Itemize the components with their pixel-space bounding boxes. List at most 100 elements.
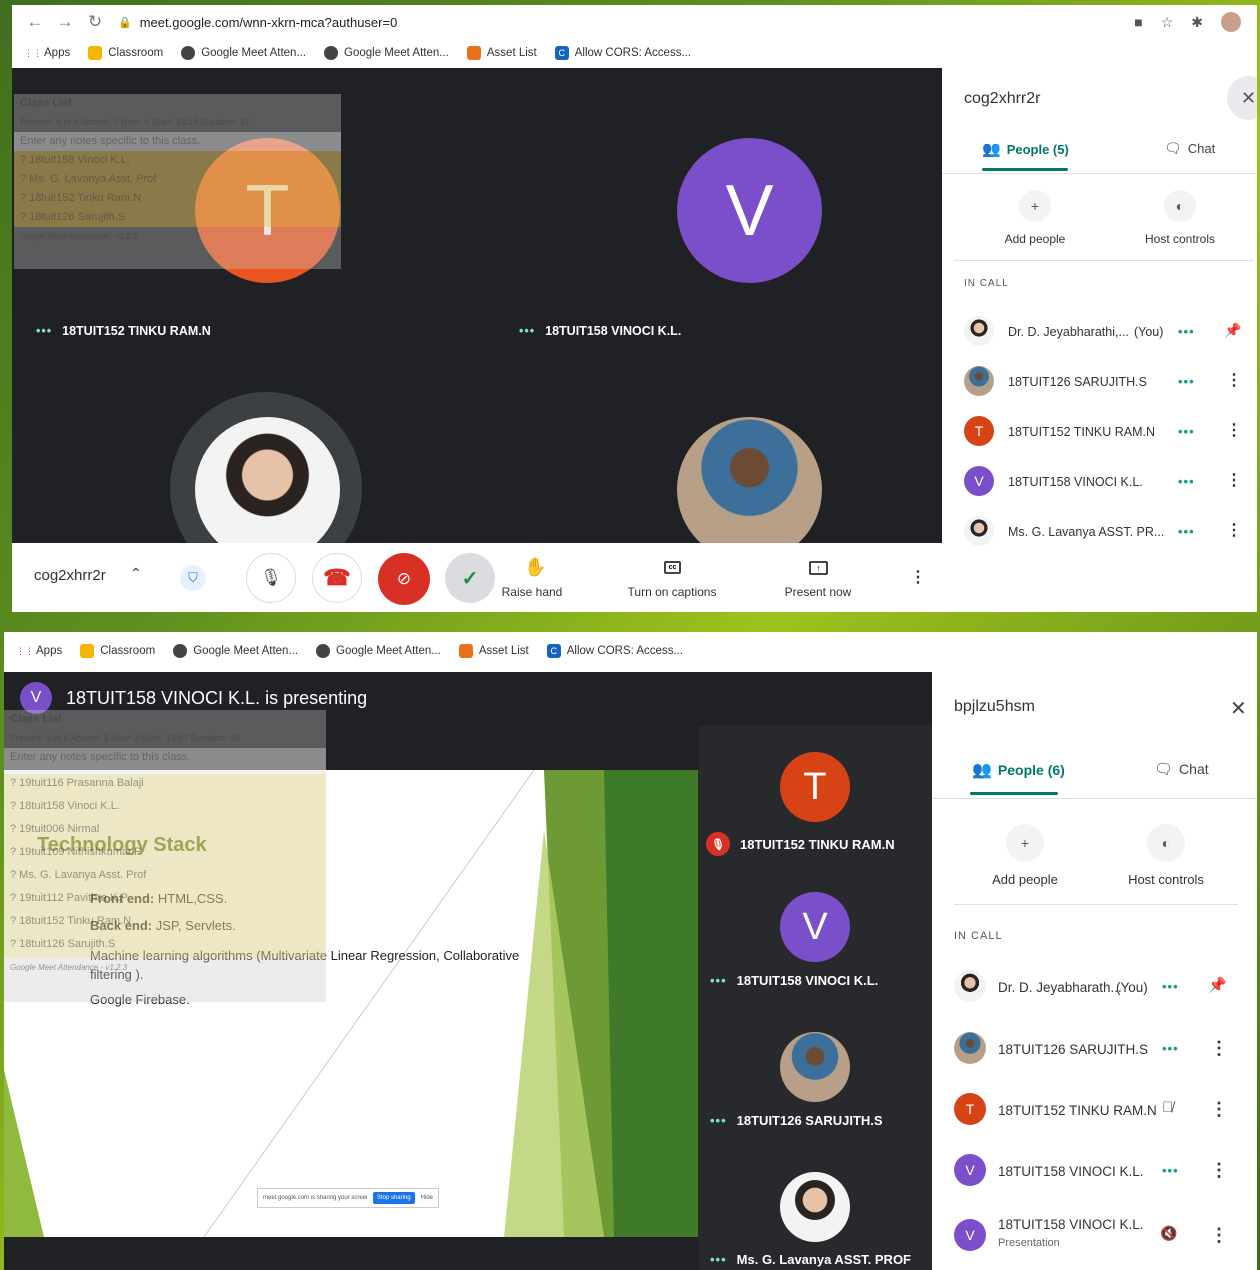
overlay-notes[interactable]: Enter any notes specific to this class. xyxy=(14,132,341,151)
bookmark-asset-list[interactable]: Asset List xyxy=(466,46,537,60)
pin-icon[interactable]: 📌 xyxy=(1224,322,1241,339)
reload-icon[interactable]: ↻ xyxy=(80,12,110,32)
captions-icon[interactable]: cc xyxy=(664,561,681,574)
present-now-label[interactable]: Present now xyxy=(778,585,858,599)
bookmark-apps[interactable]: ⋮⋮ Apps xyxy=(24,46,70,60)
close-panel-button[interactable]: ✕ xyxy=(1227,76,1257,120)
overlay-row: ? 18tuit126 Sarujith.S xyxy=(4,935,326,958)
volume-off-icon: 🔇 xyxy=(1160,1225,1178,1241)
participant-row[interactable]: Dr. D. Jeyabharathi,... (You) ••• 📌 xyxy=(942,308,1257,352)
bookmark-apps[interactable]: ⋮⋮ Apps xyxy=(16,644,62,658)
shield-icon[interactable]: ⛉ xyxy=(180,565,206,591)
star-icon[interactable]: ☆ xyxy=(1161,14,1174,31)
tile-name-sarujith: ••• 18TUIT126 SARUJITH.S xyxy=(710,1113,883,1128)
more-options-icon[interactable]: ⋮ xyxy=(1226,470,1242,490)
address-bar[interactable]: 🔒 meet.google.com/wnn-xkrn-mca?authuser=… xyxy=(118,15,1134,30)
presenting-banner: 18TUIT158 VINOCI K.L. is presenting xyxy=(66,688,368,708)
overlay-footer: Google Meet Attendance - v1.2.3 xyxy=(20,232,138,241)
vinoci-avatar: V xyxy=(677,138,822,283)
extensions-icon[interactable]: ✱ xyxy=(1191,14,1203,31)
bookmark-meet-attendance-1[interactable]: Google Meet Atten... xyxy=(181,46,306,60)
participant-row[interactable]: T 18TUIT152 TINKU RAM.N ••• ⋮ xyxy=(942,408,1257,452)
add-person-icon: + xyxy=(1006,824,1044,862)
cors-icon: C xyxy=(546,644,561,658)
hang-up-button[interactable]: ☎ xyxy=(312,553,362,603)
lavanya-video xyxy=(780,1172,850,1242)
more-options-icon[interactable]: ⋮ xyxy=(1210,1160,1228,1181)
more-options-icon[interactable]: ⋮ xyxy=(1226,520,1242,540)
bookmark-allow-cors[interactable]: C Allow CORS: Access... xyxy=(546,644,683,658)
camera-off-button[interactable]: ⊘ xyxy=(378,553,430,605)
participant-row[interactable]: Ms. G. Lavanya ASST. PR... ••• ⋮ xyxy=(942,508,1257,552)
speaking-dots-icon: ••• xyxy=(710,973,727,988)
bookmark-meet-attendance-1[interactable]: Google Meet Atten... xyxy=(173,644,298,658)
audio-level-icon: ••• xyxy=(1178,474,1195,489)
tab-chat[interactable]: 🗨 Chat xyxy=(1154,760,1209,778)
more-options-icon[interactable]: ⋮ xyxy=(1226,370,1242,390)
checkmark-icon[interactable]: ✓ xyxy=(445,553,495,603)
bookmark-meet-attendance-2[interactable]: Google Meet Atten... xyxy=(316,644,441,658)
participant-row[interactable]: T 18TUIT152 TINKU RAM.N 🎙̸ ⋮ xyxy=(932,1087,1257,1137)
more-options-icon[interactable]: ⋮ xyxy=(1210,1225,1228,1246)
hide-button[interactable]: Hide xyxy=(421,1195,433,1201)
people-icon: 👥 xyxy=(982,141,1001,158)
participant-row[interactable]: 18TUIT126 SARUJITH.S ••• ⋮ xyxy=(942,358,1257,402)
host-controls-button[interactable]: ◐ Host controls xyxy=(1114,824,1218,887)
captions-label[interactable]: Turn on captions xyxy=(617,585,727,599)
chevron-up-icon[interactable]: ⌃ xyxy=(130,565,142,582)
more-options-icon[interactable]: ⋮ xyxy=(1210,1099,1228,1120)
raise-hand-icon[interactable]: ✋ xyxy=(524,557,546,578)
more-options-icon[interactable]: ⋮ xyxy=(1210,1038,1228,1059)
bookmark-asset-list[interactable]: Asset List xyxy=(458,644,529,658)
pin-icon[interactable]: 📌 xyxy=(1208,976,1227,994)
host-controls-button[interactable]: ◐ Host controls xyxy=(1132,190,1228,246)
presentation-sublabel: Presentation xyxy=(998,1237,1060,1249)
lavanya-video xyxy=(195,417,340,562)
bookmark-classroom[interactable]: Classroom xyxy=(88,46,163,60)
participant-row[interactable]: V 18TUIT158 VINOCI K.L. Presentation 🔇 ⋮ xyxy=(932,1209,1257,1263)
tile-name-vinoci: ••• 18TUIT158 VINOCI K.L. xyxy=(519,324,682,338)
participant-row[interactable]: 18TUIT126 SARUJITH.S ••• ⋮ xyxy=(932,1026,1257,1076)
profile-avatar[interactable] xyxy=(1221,12,1241,32)
bookmark-allow-cors[interactable]: C Allow CORS: Access... xyxy=(554,46,691,60)
participant-avatar xyxy=(964,316,994,346)
overlay-notes[interactable]: Enter any notes specific to this class. xyxy=(4,748,326,774)
raise-hand-label[interactable]: Raise hand xyxy=(500,585,564,599)
add-people-button[interactable]: + Add people xyxy=(980,824,1070,887)
participant-row[interactable]: Dr. D. Jeyabharath... (You) ••• 📌 xyxy=(932,964,1257,1014)
meeting-code[interactable]: cog2xhrr2r xyxy=(34,567,106,584)
participant-avatar: V xyxy=(954,1219,986,1251)
toggle-icon: ◐ xyxy=(1164,190,1196,222)
tab-people[interactable]: 👥 People (6) xyxy=(972,760,1065,780)
bookmark-classroom[interactable]: Classroom xyxy=(80,644,155,658)
classroom-icon xyxy=(80,644,95,658)
participant-row[interactable]: V 18TUIT158 VINOCI K.L. ••• ⋮ xyxy=(932,1148,1257,1198)
add-people-button[interactable]: + Add people xyxy=(990,190,1080,246)
meeting-controls-bar: cog2xhrr2r ⌃ ⛉ 🎙 ☎ ⊘ ✓ ✋ Raise hand cc T… xyxy=(12,543,942,612)
tab-people[interactable]: 👥 People (5) xyxy=(982,140,1069,158)
omnibox-bar: ← → ↻ 🔒 meet.google.com/wnn-xkrn-mca?aut… xyxy=(12,5,1257,39)
camera-icon[interactable]: ■ xyxy=(1134,14,1142,30)
video-stage: T V ••• 18TUIT152 TINKU RAM.N ••• 18TUIT15… xyxy=(12,68,942,584)
close-icon[interactable]: ✕ xyxy=(1230,696,1247,721)
back-icon[interactable]: ← xyxy=(20,12,50,32)
tile-name-tinku: 🎙 18TUIT152 TINKU RAM.N xyxy=(706,832,895,856)
more-options-icon[interactable]: ⋮ xyxy=(910,567,926,587)
apps-grid-icon: ⋮⋮ xyxy=(24,48,42,58)
forward-icon[interactable]: → xyxy=(50,12,80,32)
sarujith-video xyxy=(780,1032,850,1102)
participant-row[interactable]: V 18TUIT158 VINOCI K.L. ••• ⋮ xyxy=(942,458,1257,502)
more-options-icon[interactable]: ⋮ xyxy=(1226,420,1242,440)
overlay-title: Class List xyxy=(10,713,62,725)
tab-chat[interactable]: 🗨 Chat xyxy=(1164,140,1215,157)
stop-sharing-button[interactable]: Stop sharing xyxy=(372,1192,415,1204)
mic-button[interactable]: 🎙 xyxy=(246,553,296,603)
bookmark-meet-attendance-2[interactable]: Google Meet Atten... xyxy=(324,46,449,60)
mic-off-icon: 🎙 xyxy=(706,832,730,856)
tab-underline xyxy=(970,792,1058,795)
panel-title: bpjlzu5hsm xyxy=(954,698,1035,715)
people-icon: 👥 xyxy=(972,762,992,779)
participant-name: Ms. G. Lavanya ASST. PR... xyxy=(1008,525,1165,539)
present-icon[interactable]: ↑ xyxy=(809,561,828,575)
overlay-stats: Present: 5 of 6 Absent: 3 New: 3 Start: … xyxy=(10,733,240,743)
